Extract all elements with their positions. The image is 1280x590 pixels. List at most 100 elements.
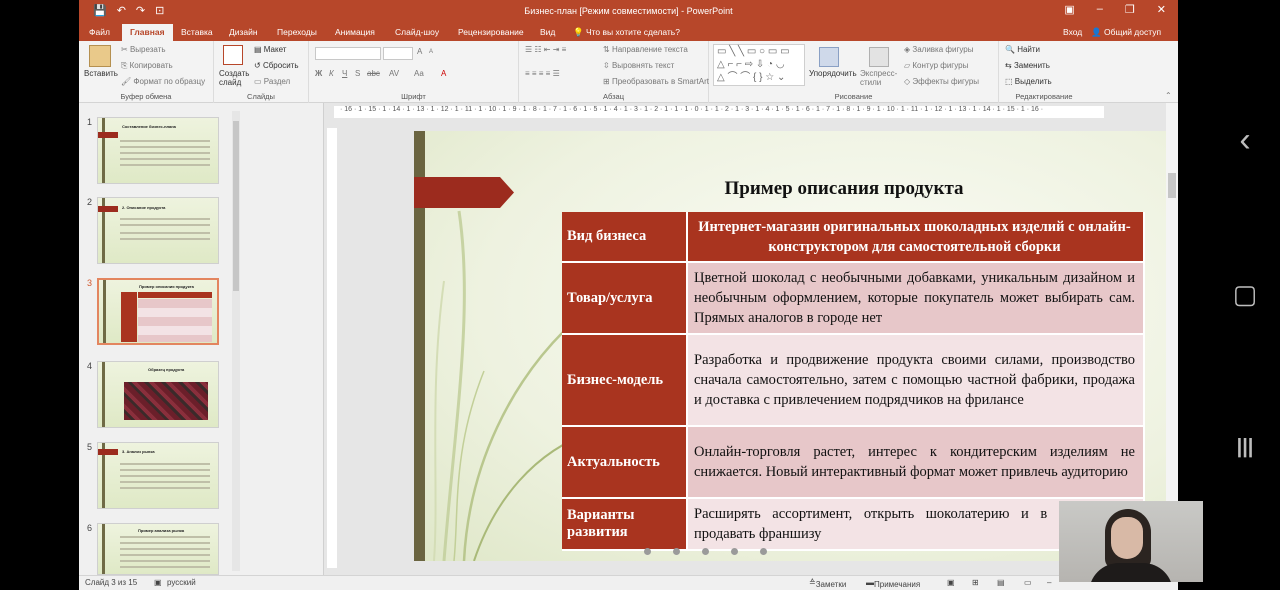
current-slide[interactable]: Пример описания продукта Вид бизнеса Инт…: [414, 131, 1176, 561]
notes-button[interactable]: ≙ Заметки: [809, 578, 846, 589]
select-button[interactable]: ⬚ Выделить: [1005, 77, 1052, 86]
tab-home[interactable]: Главная: [122, 24, 173, 41]
close-button[interactable]: ✕: [1157, 3, 1166, 16]
table-row: Бизнес-модель Разработка и продвижение п…: [562, 334, 1145, 427]
slide-thumbnail-5[interactable]: 3. Анализ рынка: [97, 442, 219, 509]
thumb-line: [120, 140, 210, 142]
tab-slideshow[interactable]: Слайд-шоу: [395, 27, 439, 37]
reset-button[interactable]: ↺ Сбросить: [254, 61, 299, 70]
grass-stroke: [433, 280, 445, 561]
slide-scroll-thumb[interactable]: [1168, 173, 1176, 198]
tab-insert[interactable]: Вставка: [181, 27, 213, 37]
slide-thumbnail-1[interactable]: Составление бизнес-плана: [97, 117, 219, 184]
shape-outline-button[interactable]: ▱ Контур фигуры: [904, 61, 968, 70]
shrink-font-button[interactable]: A: [429, 49, 433, 55]
shadow-button[interactable]: S: [355, 69, 360, 78]
slide-title[interactable]: Пример описания продукта: [684, 178, 1004, 200]
thumbnails-scrollbar[interactable]: [232, 111, 240, 571]
product-table[interactable]: Вид бизнеса Интернет-магазин оригинальны…: [562, 212, 1145, 551]
tab-review[interactable]: Рецензирование: [458, 27, 524, 37]
slide-thumbnail-4[interactable]: Образец продукта: [97, 361, 219, 428]
paste-icon[interactable]: [89, 45, 111, 67]
italic-button[interactable]: К: [329, 69, 334, 78]
clipboard-group-label: Буфер обмена: [120, 92, 172, 101]
window-title: Бизнес-план [Режим совместимости] - Powe…: [524, 6, 733, 16]
char-spacing-button[interactable]: AV: [389, 69, 399, 78]
align-buttons[interactable]: ≡ ≡ ≡ ≡ ☰: [525, 69, 560, 78]
back-nav-icon[interactable]: ‹: [1225, 123, 1265, 157]
signin-link[interactable]: Вход: [1063, 27, 1082, 37]
grass-stroke: [442, 210, 466, 561]
copy-button[interactable]: ⎘ Копировать: [121, 61, 173, 71]
shapes-gallery[interactable]: ▭ ╲ ╲ ▭ ○ ▭ ▭ △ ⌐ ⌐ ⇨ ⇩ ◔ ◡ △ ⌒ ⌒ { } ☆ ⌄: [713, 44, 805, 86]
tab-design[interactable]: Дизайн: [229, 27, 258, 37]
recents-nav-icon[interactable]: |||: [1225, 432, 1265, 462]
cut-button[interactable]: ✂ Вырезать: [121, 45, 166, 54]
paste-button[interactable]: Вставить: [84, 69, 118, 78]
slide-thumbnail-6[interactable]: Пример анализа рынка: [97, 523, 219, 575]
grow-font-button[interactable]: A: [417, 47, 422, 56]
notes-label: Заметки: [815, 580, 847, 589]
thumbnails-scroll-thumb[interactable]: [233, 121, 239, 291]
quick-styles-button[interactable]: Экспресс-стили: [860, 69, 900, 87]
comments-button[interactable]: ▬ Примечания: [866, 578, 920, 589]
smartart-button[interactable]: ⊞ Преобразовать в SmartArt: [603, 77, 709, 86]
text-direction-label: Направление текста: [611, 45, 688, 54]
font-color-button[interactable]: A: [441, 69, 446, 78]
presenter-face: [1111, 517, 1143, 559]
quick-styles-icon[interactable]: [869, 47, 889, 67]
row-label: Актуальность: [562, 426, 688, 499]
language-indicator[interactable]: русский: [167, 578, 196, 587]
home-nav-icon[interactable]: ▢: [1225, 279, 1265, 309]
slide-sorter-icon[interactable]: ⊞: [972, 578, 979, 587]
shape-effects-button[interactable]: ◇ Эффекты фигуры: [904, 77, 979, 86]
thumb-line: [120, 146, 210, 148]
change-case-button[interactable]: Aa: [414, 69, 424, 78]
section-button[interactable]: ▭ Раздел: [254, 77, 290, 86]
font-family-combo[interactable]: [315, 47, 381, 60]
editing-group: 🔍 Найти ⇆ Заменить ⬚ Выделить Редактиров…: [999, 41, 1089, 103]
layout-button[interactable]: ▤ Макет: [254, 45, 286, 54]
tab-view[interactable]: Вид: [540, 27, 555, 37]
text-direction-button[interactable]: ⇅ Направление текста: [603, 45, 688, 54]
bullets-button[interactable]: ☰ ☷ ⇤ ⇥ ≡: [525, 45, 566, 54]
arrange-button[interactable]: Упорядочить: [809, 69, 857, 78]
share-button[interactable]: 👤 Общий доступ: [1091, 27, 1161, 38]
find-button[interactable]: 🔍 Найти: [1005, 45, 1040, 54]
dot-marker: [760, 548, 767, 555]
tab-animations[interactable]: Анимация: [335, 27, 375, 37]
slide-thumbnail-2[interactable]: 2. Описание продукта: [97, 197, 219, 264]
slides-group-label: Слайды: [247, 92, 275, 101]
thumb-line: [120, 232, 210, 234]
strikethrough-button[interactable]: abc: [367, 69, 380, 78]
slide-dots: [644, 548, 767, 555]
restore-button[interactable]: ❐: [1125, 3, 1135, 16]
arrange-icon[interactable]: [819, 47, 839, 67]
thumb-line: [120, 164, 210, 166]
slide-thumbnail-3[interactable]: Пример описания продукта: [97, 278, 219, 345]
format-painter-button[interactable]: 🖌 Формат по образцу: [121, 77, 205, 86]
spellcheck-icon[interactable]: ▣: [154, 578, 162, 587]
collapse-ribbon-icon[interactable]: ⌃: [1165, 91, 1172, 100]
underline-button[interactable]: Ч: [342, 69, 347, 78]
normal-view-icon[interactable]: ▣: [947, 578, 955, 587]
reading-view-icon[interactable]: ▤: [997, 578, 1005, 587]
shape-fill-button[interactable]: ◈ Заливка фигуры: [904, 45, 973, 54]
new-slide-button[interactable]: Создать слайд: [219, 69, 253, 87]
bold-button[interactable]: Ж: [315, 69, 322, 78]
font-size-combo[interactable]: [383, 47, 413, 60]
layout-label: Макет: [263, 45, 287, 54]
replace-button[interactable]: ⇆ Заменить: [1005, 61, 1050, 70]
row-label: Вид бизнеса: [562, 212, 688, 263]
minimize-button[interactable]: –: [1097, 3, 1103, 16]
slideshow-view-icon[interactable]: ▭: [1024, 578, 1032, 587]
tab-transitions[interactable]: Переходы: [277, 27, 317, 37]
new-slide-icon[interactable]: [223, 45, 243, 65]
dot-marker: [731, 548, 738, 555]
zoom-out-icon[interactable]: –: [1047, 578, 1051, 587]
ribbon-display-icon[interactable]: ▣: [1064, 3, 1074, 16]
tab-file[interactable]: Файл: [89, 27, 110, 37]
tell-me-search[interactable]: 💡 Что вы хотите сделать?: [573, 27, 680, 38]
align-text-button[interactable]: ⇳ Выровнять текст: [603, 61, 674, 70]
thumb-line: [120, 463, 210, 465]
